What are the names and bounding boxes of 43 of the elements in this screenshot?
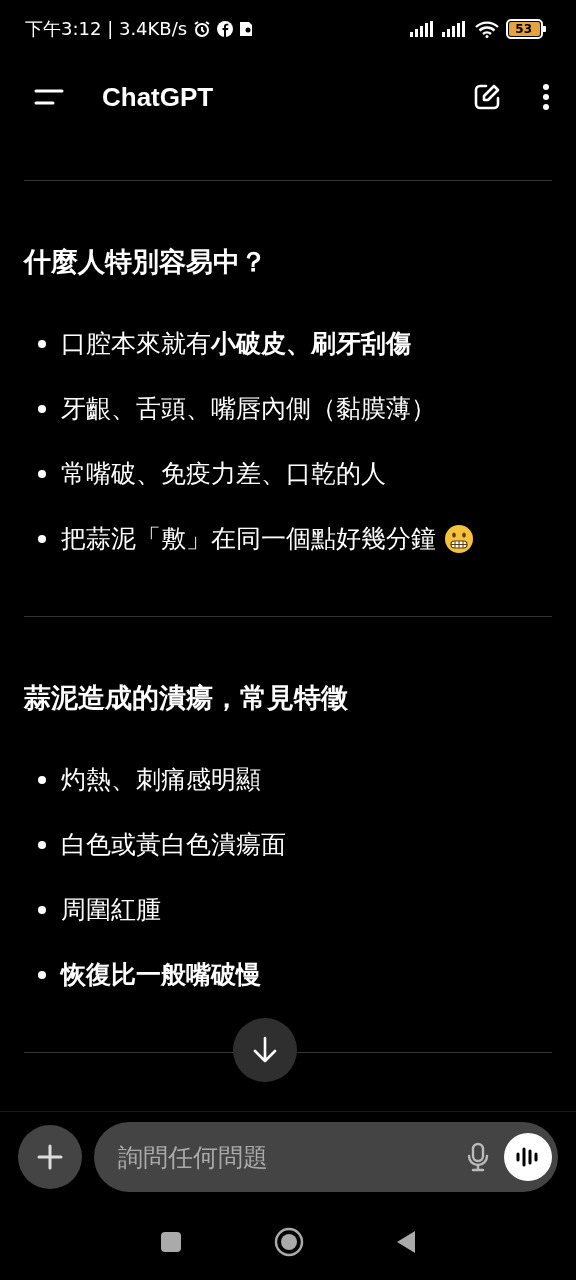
app-title: ChatGPT xyxy=(102,81,215,113)
list-item-text: 常嘴破、免疫力差、口乾的人 xyxy=(61,458,386,490)
new-chat-button[interactable] xyxy=(472,82,502,112)
more-icon xyxy=(542,83,550,111)
facebook-icon xyxy=(217,21,234,37)
battery-level-text: 53 xyxy=(506,19,543,39)
menu-icon xyxy=(34,87,64,107)
alarm-icon xyxy=(193,20,212,38)
bullet-icon xyxy=(38,775,46,784)
list-item-text: 恢復比一般嘴破慢 xyxy=(61,959,261,991)
bullet-icon xyxy=(38,534,46,543)
message-input-field[interactable]: 詢問任何問題 xyxy=(94,1122,558,1192)
list-item-text: 把蒜泥「敷」在同一個點好幾分鐘 xyxy=(61,523,436,555)
notification-icon xyxy=(239,21,254,37)
bullet-icon xyxy=(38,469,46,478)
microphone-button[interactable] xyxy=(466,1142,490,1172)
menu-button[interactable] xyxy=(34,87,64,107)
bullet-icon xyxy=(38,970,46,979)
list-item-text: 口腔本來就有小破皮、刷牙刮傷 xyxy=(61,328,411,360)
pencil-square-icon xyxy=(472,82,502,112)
status-time: 下午3:12 | 3.4KB/s xyxy=(25,17,188,41)
square-icon xyxy=(160,1231,182,1253)
wifi-icon xyxy=(474,20,501,38)
triangle-icon xyxy=(396,1230,416,1254)
list-item-text: 周圍紅腫 xyxy=(61,894,161,926)
microphone-icon xyxy=(466,1142,490,1172)
list-item-text: 白色或黃白色潰瘍面 xyxy=(61,829,286,861)
plus-icon xyxy=(37,1144,63,1170)
bullet-icon xyxy=(38,905,46,914)
circle-icon xyxy=(274,1227,304,1257)
back-button[interactable] xyxy=(396,1230,416,1254)
home-button[interactable] xyxy=(274,1227,304,1257)
bullet-icon xyxy=(38,339,46,348)
arrow-down-icon xyxy=(252,1036,278,1064)
more-button[interactable] xyxy=(542,83,550,111)
bullet-icon xyxy=(38,840,46,849)
bullet-icon xyxy=(38,404,46,413)
section-heading: 什麼人特別容易中？ xyxy=(24,245,268,279)
list-item-text: 灼熱、刺痛感明顯 xyxy=(61,764,261,796)
voice-mode-button[interactable] xyxy=(504,1133,552,1181)
recents-button[interactable] xyxy=(160,1231,182,1253)
section-heading: 蒜泥造成的潰瘍，常見特徵 xyxy=(24,681,349,715)
list-item-text: 牙齦、舌頭、嘴唇內側（黏膜薄） xyxy=(61,393,436,425)
